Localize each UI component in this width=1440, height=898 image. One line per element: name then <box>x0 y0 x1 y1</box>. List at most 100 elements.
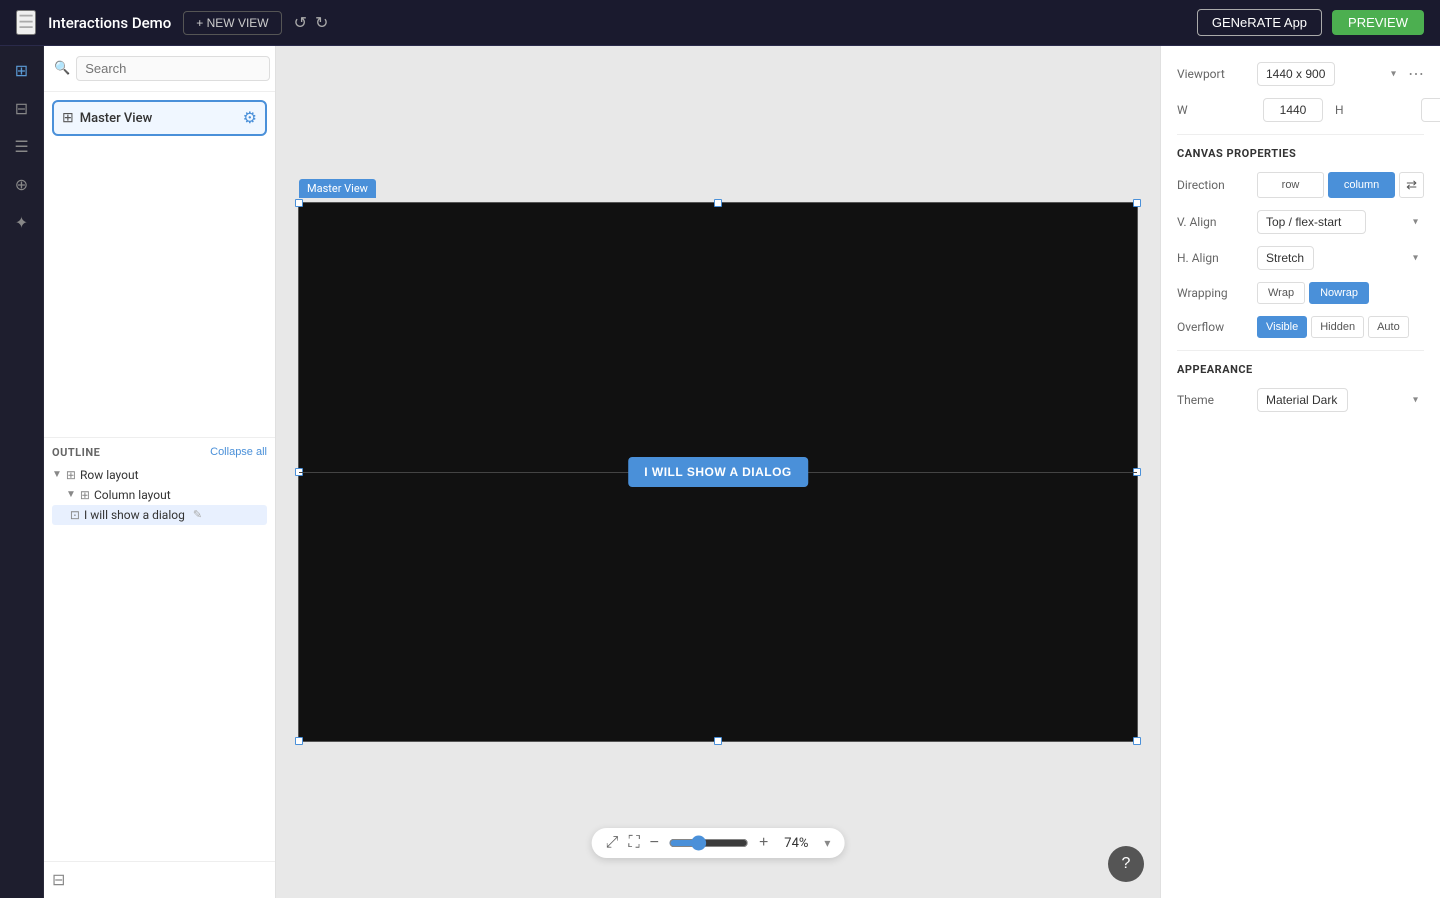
halign-row: H. Align Stretch Left Center Right <box>1177 246 1424 270</box>
direction-label: Direction <box>1177 178 1257 192</box>
overflow-row: Overflow Visible Hidden Auto <box>1177 316 1424 338</box>
handle-bottom-left[interactable] <box>295 737 303 745</box>
canvas-area: Master View I WILL SHOW A DIALOG ⤢ ⛶ − +… <box>276 46 1160 898</box>
outline-title: OUTLINE <box>52 446 100 459</box>
wrap-button[interactable]: Wrap <box>1257 282 1305 304</box>
height-item: H <box>1335 98 1440 122</box>
nowrap-button[interactable]: Nowrap <box>1309 282 1369 304</box>
zoom-level-display: 74% <box>778 836 814 851</box>
height-input[interactable] <box>1421 98 1440 122</box>
view-settings-button[interactable]: ⚙ <box>243 108 257 128</box>
zoom-bar: ⤢ ⛶ − + 74% ▾ <box>592 828 845 858</box>
overflow-btn-group: Visible Hidden Auto <box>1257 316 1424 338</box>
direction-btn-group: row column ⇄ <box>1257 172 1424 198</box>
overflow-auto-button[interactable]: Auto <box>1368 316 1409 338</box>
handle-bottom-right[interactable] <box>1133 737 1141 745</box>
direction-row: Direction row column ⇄ <box>1177 172 1424 198</box>
handle-top-left[interactable] <box>295 199 303 207</box>
valign-select-wrapper: Top / flex-start Center Bottom / flex-en… <box>1257 210 1424 234</box>
wrapping-row: Wrapping Wrap Nowrap <box>1177 282 1424 304</box>
halign-select[interactable]: Stretch Left Center Right <box>1257 246 1314 270</box>
preview-button[interactable]: PREVIEW <box>1332 10 1424 35</box>
layers-bottom-button[interactable]: ⊟ <box>52 870 65 890</box>
redo-button[interactable]: ↻ <box>315 13 328 33</box>
handle-top-right[interactable] <box>1133 199 1141 207</box>
views-list: ⊞ Master View ⚙ <box>44 92 275 437</box>
handle-bottom[interactable] <box>714 737 722 745</box>
theme-select[interactable]: Material Dark Material Light Default <box>1257 388 1348 412</box>
canvas-properties-title: CANVAS PROPERTIES <box>1177 134 1424 160</box>
theme-label: Theme <box>1177 393 1257 407</box>
search-bar: 🔍 ⊕ <box>44 46 275 92</box>
topbar-history-icons: ↺ ↻ <box>294 13 329 33</box>
overflow-visible-button[interactable]: Visible <box>1257 316 1307 338</box>
search-input[interactable] <box>76 56 270 81</box>
topbar: ☰ Interactions Demo + NEW VIEW ↺ ↻ GENeR… <box>0 0 1440 46</box>
height-label: H <box>1335 103 1415 117</box>
valign-row: V. Align Top / flex-start Center Bottom … <box>1177 210 1424 234</box>
chevron-down-icon: ▼ <box>52 469 62 480</box>
outline-dialog-item[interactable]: ▼ ⊡ I will show a dialog ✎ <box>52 505 267 525</box>
handle-top[interactable] <box>714 199 722 207</box>
zoom-in-button[interactable]: + <box>759 834 768 852</box>
dialog-item-label: I will show a dialog <box>84 508 185 522</box>
zoom-chevron-icon: ▾ <box>824 836 830 850</box>
overflow-hidden-button[interactable]: Hidden <box>1311 316 1364 338</box>
direction-swap-button[interactable]: ⇄ <box>1399 172 1424 198</box>
viewport-more-button[interactable]: ⋯ <box>1408 64 1424 84</box>
wh-row: W H <box>1177 98 1424 122</box>
canvas-label: Master View <box>299 179 376 198</box>
viewport-row: Viewport 1440 x 900 1280 x 800 375 x 812… <box>1177 62 1424 86</box>
wrapping-btn-group: Wrap Nowrap <box>1257 282 1424 304</box>
direction-column-button[interactable]: column <box>1328 172 1395 198</box>
fullscreen-zoom-button[interactable]: ⛶ <box>628 834 639 852</box>
generate-app-button[interactable]: GENeRATE App <box>1197 9 1322 36</box>
outline-column-layout[interactable]: ▼ ⊞ Column layout <box>52 485 267 505</box>
column-layout-icon: ⊞ <box>80 488 90 502</box>
outline-row-layout[interactable]: ▼ ⊞ Row layout <box>52 465 267 485</box>
outline-tree: ▼ ⊞ Row layout ▼ ⊞ Column layout ▼ ⊡ I w… <box>52 465 267 525</box>
right-panel: Viewport 1440 x 900 1280 x 800 375 x 812… <box>1160 46 1440 898</box>
valign-select[interactable]: Top / flex-start Center Bottom / flex-en… <box>1257 210 1366 234</box>
dialog-item-icon: ⊡ <box>70 508 80 522</box>
search-icon: 🔍 <box>54 61 70 76</box>
width-input[interactable] <box>1263 98 1323 122</box>
icon-bar-components-button[interactable]: ☰ <box>5 130 39 164</box>
view-item-icon: ⊞ <box>62 110 74 126</box>
zoom-slider[interactable] <box>669 835 749 851</box>
topbar-right: GENeRATE App PREVIEW <box>1197 9 1424 36</box>
undo-button[interactable]: ↺ <box>294 13 307 33</box>
menu-icon-button[interactable]: ☰ <box>16 10 36 35</box>
topbar-left: ☰ Interactions Demo + NEW VIEW ↺ ↻ <box>16 10 328 35</box>
master-view-item[interactable]: ⊞ Master View ⚙ <box>52 100 267 136</box>
icon-bar-grid-button[interactable]: ⊞ <box>5 54 39 88</box>
collapse-all-button[interactable]: Collapse all <box>210 446 267 458</box>
viewport-select[interactable]: 1440 x 900 1280 x 800 375 x 812 <box>1257 62 1335 86</box>
row-layout-icon: ⊞ <box>66 468 76 482</box>
dialog-button[interactable]: I WILL SHOW A DIALOG <box>628 457 808 487</box>
theme-select-wrapper: Material Dark Material Light Default <box>1257 388 1424 412</box>
wrapping-label: Wrapping <box>1177 286 1257 300</box>
halign-select-wrapper: Stretch Left Center Right <box>1257 246 1424 270</box>
left-panel: 🔍 ⊕ ⊞ Master View ⚙ OUTLINE Collapse all <box>44 46 276 898</box>
chevron-down-icon: ▼ <box>66 489 76 500</box>
direction-row-button[interactable]: row <box>1257 172 1324 198</box>
help-button[interactable]: ? <box>1108 846 1144 882</box>
main-layout: ⊞ ⊟ ☰ ⊕ ✦ 🔍 ⊕ ⊞ Master View ⚙ OUTLINE Co <box>0 46 1440 898</box>
column-layout-label: Column layout <box>94 488 171 502</box>
icon-bar-settings-button[interactable]: ✦ <box>5 206 39 240</box>
outline-section: OUTLINE Collapse all ▼ ⊞ Row layout ▼ ⊞ … <box>44 437 275 533</box>
viewport-label: Viewport <box>1177 67 1257 81</box>
width-label: W <box>1177 103 1257 117</box>
viewport-select-wrapper: 1440 x 900 1280 x 800 375 x 812 <box>1257 62 1402 86</box>
zoom-out-button[interactable]: − <box>650 834 659 852</box>
row-layout-label: Row layout <box>80 468 139 482</box>
fit-zoom-button[interactable]: ⤢ <box>606 834 619 852</box>
icon-bar-assets-button[interactable]: ⊕ <box>5 168 39 202</box>
new-view-button[interactable]: + NEW VIEW <box>183 11 281 35</box>
icon-bar-layers-button[interactable]: ⊟ <box>5 92 39 126</box>
canvas-frame: Master View I WILL SHOW A DIALOG <box>298 202 1138 742</box>
theme-row: Theme Material Dark Material Light Defau… <box>1177 388 1424 412</box>
app-title: Interactions Demo <box>48 14 171 32</box>
overflow-label: Overflow <box>1177 320 1257 334</box>
